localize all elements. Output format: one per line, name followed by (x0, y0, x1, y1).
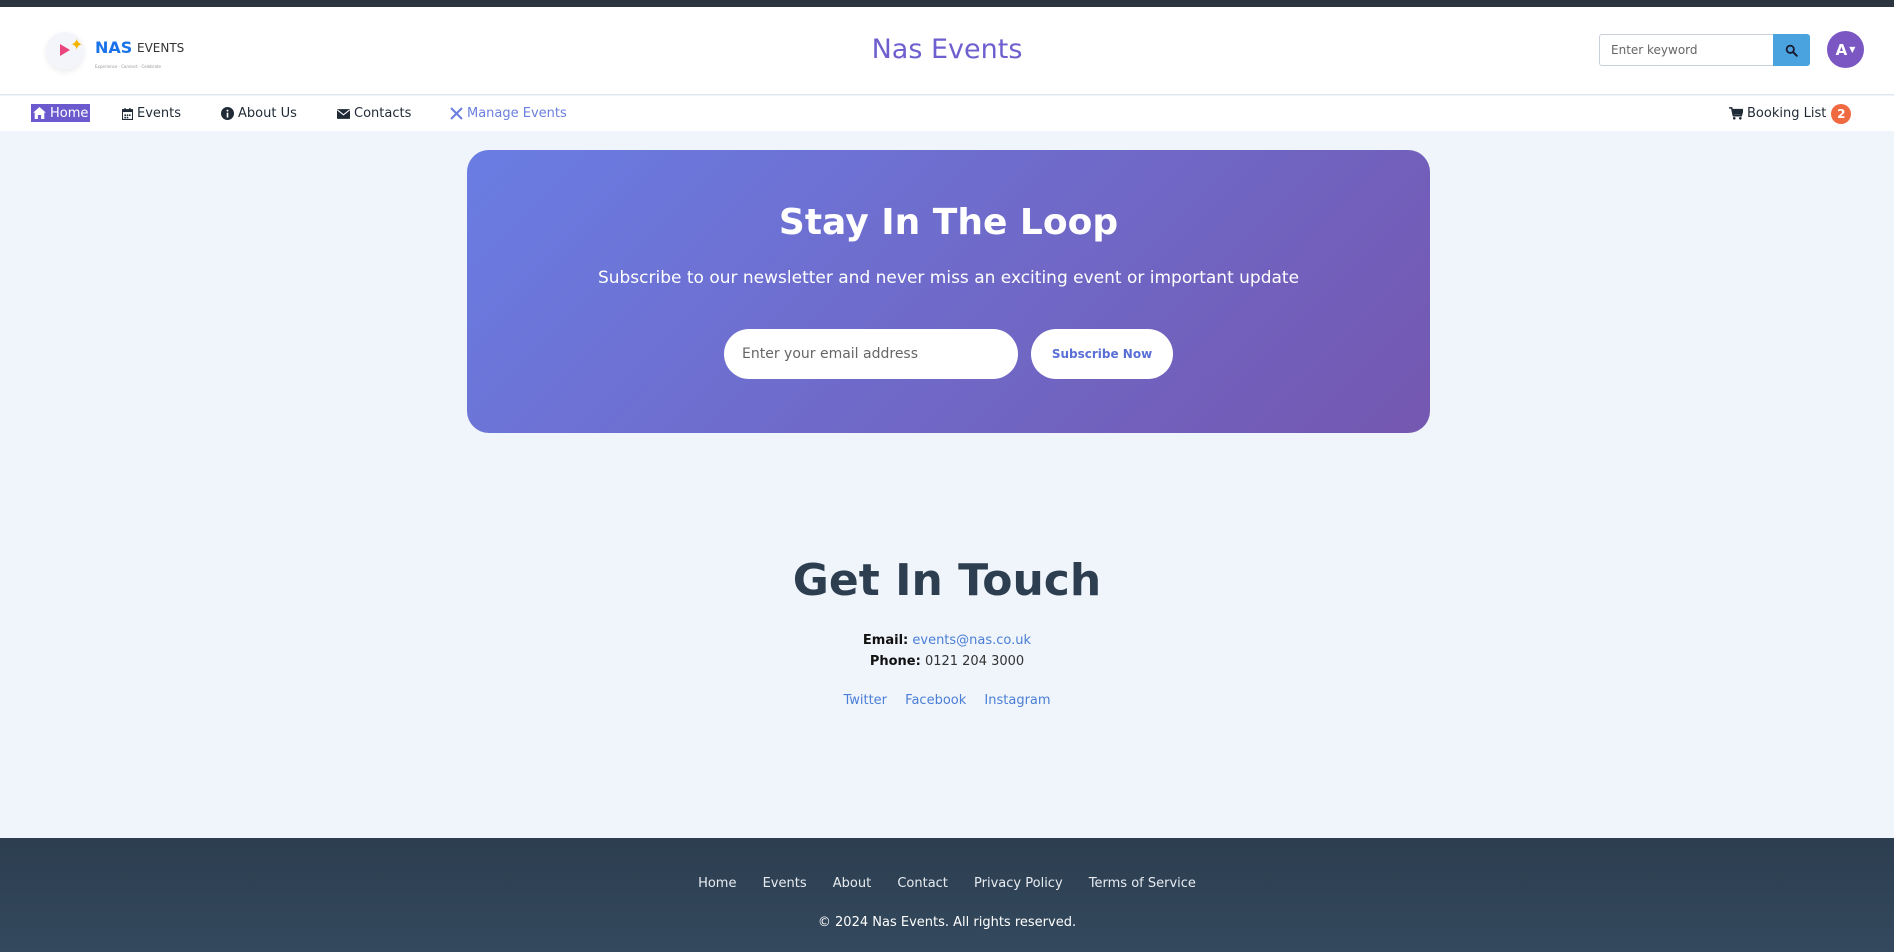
footer-link-home[interactable]: Home (698, 876, 736, 891)
nav-label: Home (50, 105, 89, 121)
newsletter-email-input[interactable] (724, 329, 1018, 379)
nav-item-manage-events[interactable]: Manage Events (450, 104, 567, 123)
envelope-icon (337, 108, 350, 119)
site-header: ✦ NAS EVENTS Experience · Connect · Cele… (0, 7, 1894, 95)
nav-label: About Us (238, 106, 297, 121)
nav-item-home[interactable]: Home (31, 104, 91, 122)
tools-icon (450, 107, 463, 120)
booking-list-label: Booking List (1747, 106, 1827, 121)
avatar-initial: A (1835, 40, 1848, 59)
contact-title: Get In Touch (792, 555, 1102, 606)
nav-item-contacts[interactable]: Contacts (337, 104, 411, 123)
nav-item-about[interactable]: About Us (221, 104, 297, 123)
main-nav: Home Events About Us Contacts Manage Eve… (0, 96, 1894, 131)
social-link-facebook[interactable]: Facebook (905, 693, 966, 708)
footer-link-about[interactable]: About (833, 876, 871, 891)
nav-label: Manage Events (467, 106, 567, 121)
nav-label: Events (137, 106, 182, 121)
footer-link-terms[interactable]: Terms of Service (1089, 876, 1196, 891)
contact-email-line: Email: events@nas.co.uk (0, 633, 1894, 648)
caret-down-icon: ▼ (1849, 45, 1856, 54)
social-link-twitter[interactable]: Twitter (843, 693, 887, 708)
phone-label: Phone: (869, 654, 921, 669)
info-icon (221, 107, 234, 120)
contact-phone-line: Phone: 0121 204 3000 (0, 654, 1894, 669)
user-avatar-menu[interactable]: A ▼ (1827, 31, 1864, 68)
newsletter-subtitle: Subscribe to our newsletter and never mi… (597, 268, 1300, 288)
booking-count-badge: 2 (1831, 103, 1852, 124)
cart-icon (1729, 107, 1743, 120)
social-links: Twitter Facebook Instagram (0, 693, 1894, 708)
nav-label: Contacts (354, 106, 412, 121)
subscribe-button[interactable]: Subscribe Now (1031, 329, 1173, 379)
footer-links: Home Events About Contact Privacy Policy… (0, 876, 1894, 891)
search-button[interactable] (1773, 34, 1810, 66)
site-footer: Home Events About Contact Privacy Policy… (0, 838, 1894, 952)
email-label: Email: (862, 633, 909, 648)
footer-link-contact[interactable]: Contact (897, 876, 948, 891)
top-strip (0, 0, 1894, 7)
footer-link-events[interactable]: Events (763, 876, 807, 891)
phone-value: 0121 204 3000 (924, 654, 1025, 669)
nav-item-events[interactable]: Events (122, 104, 181, 123)
footer-link-privacy[interactable]: Privacy Policy (974, 876, 1063, 891)
calendar-icon (122, 107, 133, 120)
home-icon (33, 107, 46, 119)
email-link[interactable]: events@nas.co.uk (912, 633, 1031, 648)
copyright-text: © 2024 Nas Events. All rights reserved. (817, 915, 1077, 930)
booking-list-link[interactable]: Booking List 2 (1729, 103, 1852, 124)
newsletter-card: Stay In The Loop Subscribe to our newsle… (467, 150, 1430, 433)
search-input[interactable] (1599, 34, 1774, 66)
social-link-instagram[interactable]: Instagram (984, 693, 1050, 708)
search-icon (1785, 44, 1798, 57)
newsletter-title: Stay In The Loop (778, 202, 1119, 243)
